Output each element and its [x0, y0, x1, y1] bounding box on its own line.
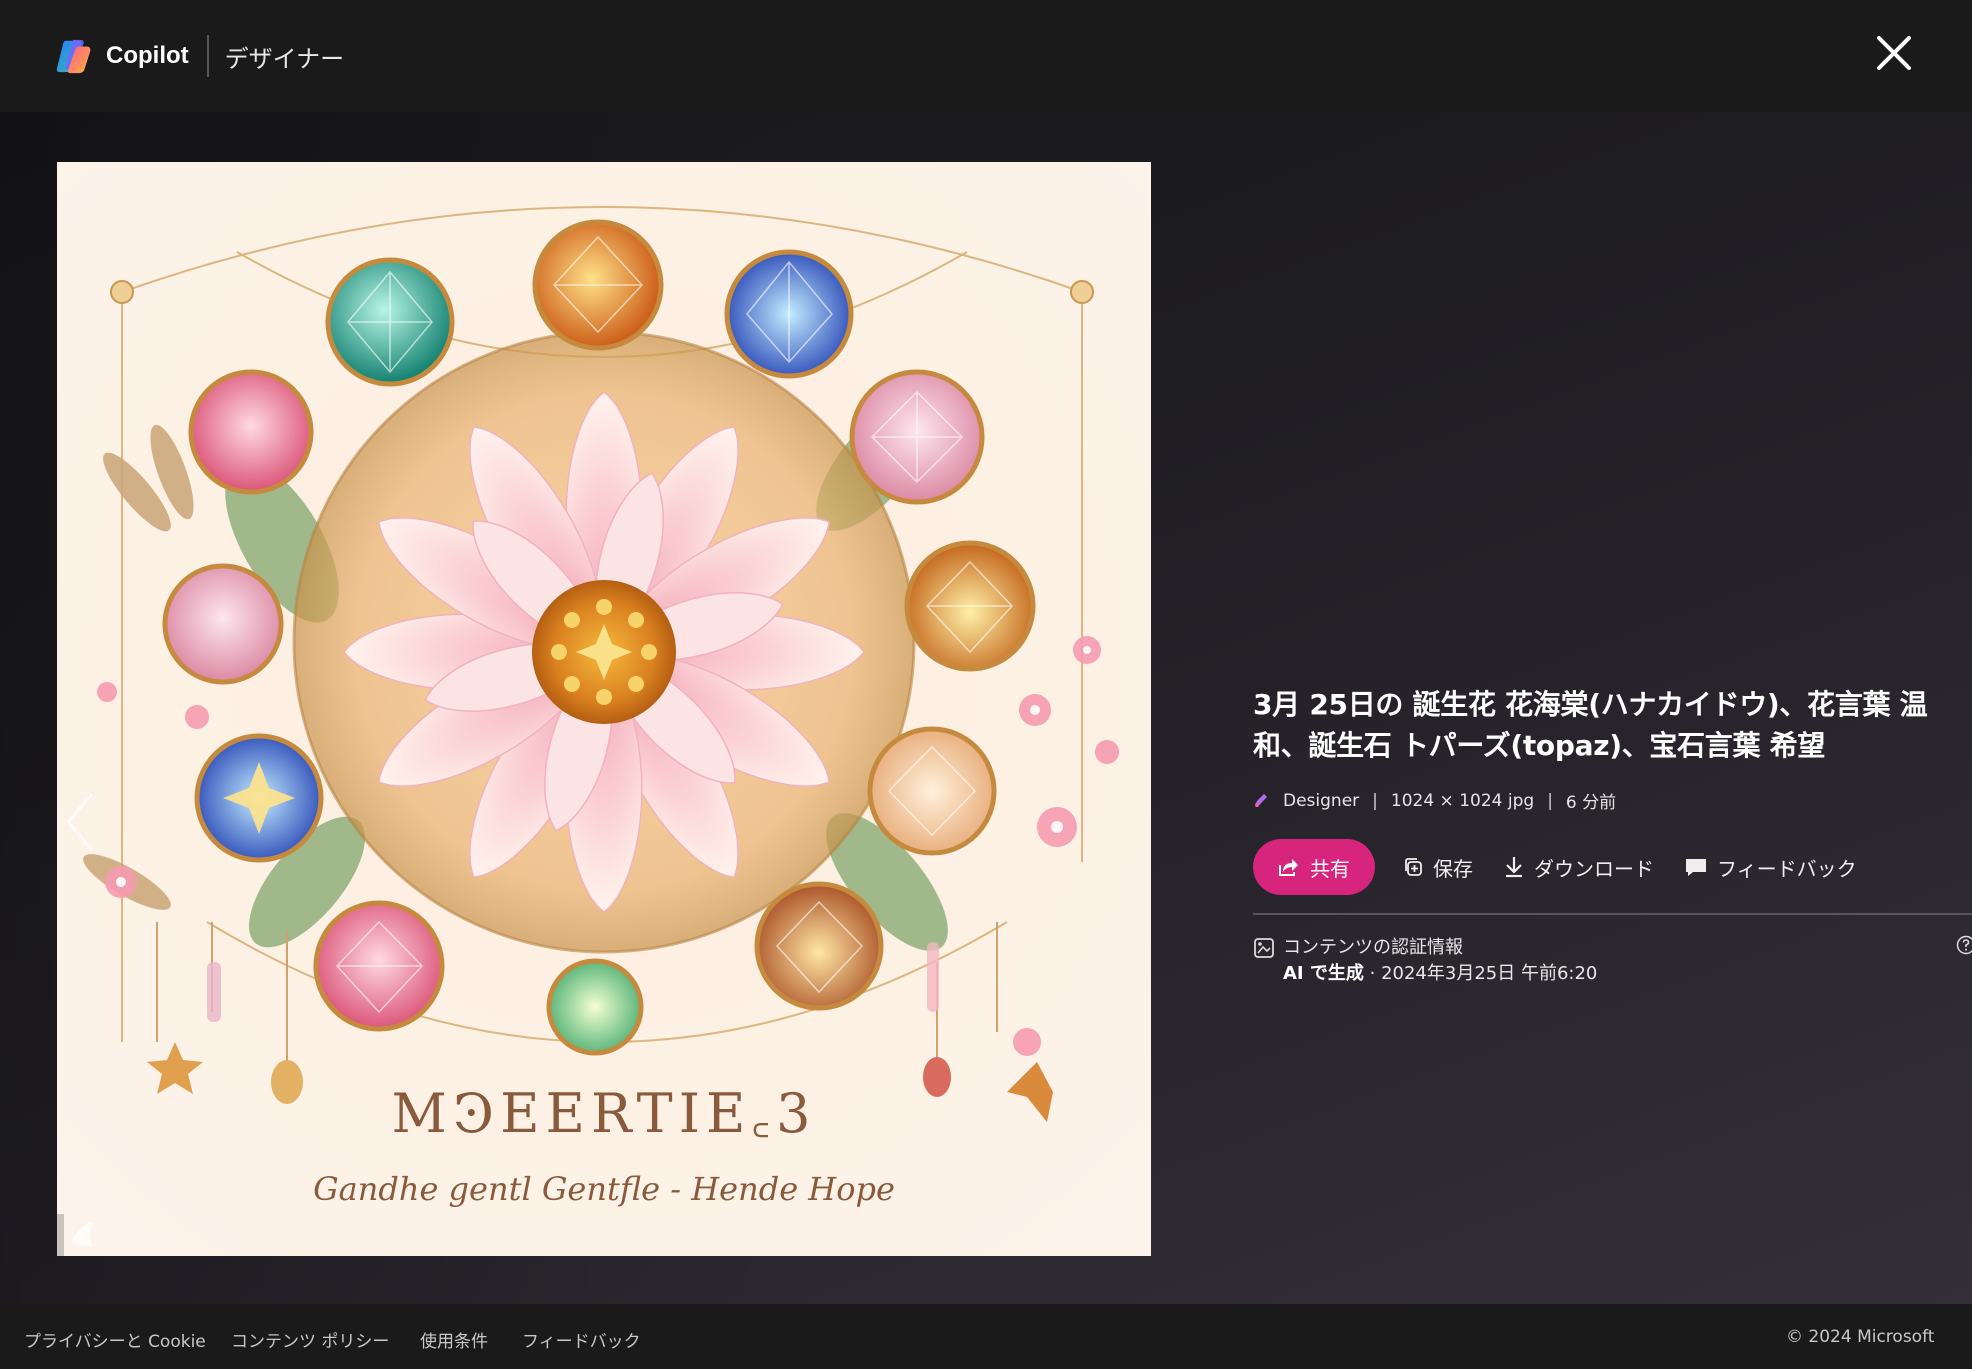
image-subline-text: Gandhe gentl Gentfle - Hende Hope	[313, 1170, 895, 1208]
privacy-link[interactable]: プライバシーと Cookie	[24, 1327, 206, 1352]
save-button[interactable]: 保存	[1402, 853, 1473, 882]
copilot-logo-icon	[56, 39, 91, 74]
save-label: 保存	[1433, 856, 1473, 881]
save-collection-icon	[1405, 858, 1422, 876]
feedback-chat-icon	[1686, 859, 1706, 876]
footer-feedback-link[interactable]: フィードバック	[522, 1327, 641, 1352]
share-button[interactable]: 共有	[1253, 839, 1375, 895]
download-icon	[1506, 857, 1522, 878]
source-label: Designer	[1283, 790, 1360, 811]
content-credentials-title: コンテンツの認証情報	[1283, 937, 1463, 958]
ai-generated-label: AI で生成	[1283, 963, 1364, 984]
feedback-label: フィードバック	[1717, 856, 1857, 881]
brand-name: Copilot	[106, 42, 189, 69]
download-label: ダウンロード	[1534, 856, 1654, 881]
brand[interactable]: Copilot デザイナー	[56, 35, 345, 77]
image-age: 6 分前	[1565, 793, 1617, 813]
meta-separator: |	[1547, 790, 1553, 811]
action-bar: 共有 保存 ダウンロード フィードバック	[1253, 839, 1963, 895]
meta-separator: |	[1372, 790, 1378, 811]
previous-image-chevron-icon[interactable]	[62, 790, 98, 854]
generated-image-artwork: MꜾEERTIE꜀3 Gandhe gentl Gentfle - Hende …	[57, 162, 1151, 1256]
top-bar: Copilot デザイナー	[0, 0, 1972, 112]
share-icon	[1279, 859, 1298, 876]
designer-icon	[1255, 793, 1267, 807]
content-policy-link[interactable]: コンテンツ ポリシー	[231, 1327, 389, 1352]
image-meta: Designer | 1024 × 1024 jpg | 6 分前	[1253, 788, 1963, 813]
content-credentials-icon	[1254, 938, 1274, 958]
footer: プライバシーと Cookie コンテンツ ポリシー 使用条件 フィードバック ©…	[0, 1304, 1972, 1369]
terms-link[interactable]: 使用条件	[420, 1327, 488, 1352]
image-details-panel: 3月 25日の 誕生花 花海棠(ハナカイドウ)、花言葉 温和、誕生石 トパーズ(…	[1253, 684, 1972, 985]
brand-divider	[206, 35, 209, 77]
generated-image[interactable]: MꜾEERTIE꜀3 Gandhe gentl Gentfle - Hende …	[57, 162, 1151, 1256]
image-headline-text: MꜾEERTIE꜀3	[392, 1082, 817, 1145]
generated-date: · 2024年3月25日 午前6:20	[1363, 963, 1598, 984]
feedback-button[interactable]: フィードバック	[1684, 853, 1857, 882]
content-credentials: コンテンツの認証情報 AI で生成 · 2024年3月25日 午前6:20	[1253, 933, 1972, 985]
share-label: 共有	[1310, 856, 1350, 881]
product-name: デザイナー	[224, 44, 345, 73]
image-viewer: MꜾEERTIE꜀3 Gandhe gentl Gentfle - Hende …	[0, 112, 1972, 1304]
content-credentials-detail: AI で生成 · 2024年3月25日 午前6:20	[1283, 959, 1597, 985]
download-button[interactable]: ダウンロード	[1503, 853, 1654, 882]
details-divider	[1253, 913, 1972, 915]
image-title: 3月 25日の 誕生花 花海棠(ハナカイドウ)、花言葉 温和、誕生石 トパーズ(…	[1253, 688, 1928, 762]
copyright: © 2024 Microsoft	[1786, 1327, 1935, 1347]
close-icon[interactable]	[1873, 32, 1915, 74]
image-dimensions: 1024 × 1024 jpg	[1390, 790, 1535, 811]
help-icon[interactable]	[1956, 935, 1972, 955]
